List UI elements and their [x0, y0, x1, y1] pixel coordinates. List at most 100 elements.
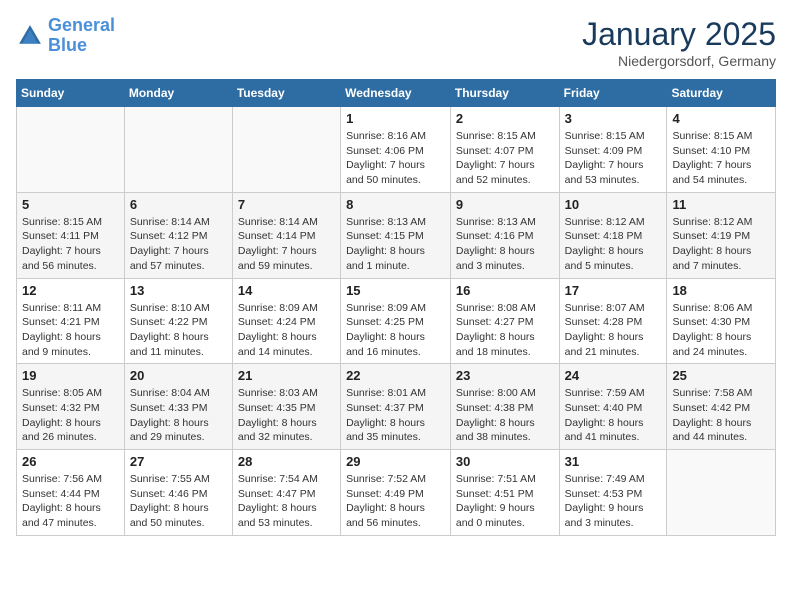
calendar-week-2: 5 Sunrise: 8:15 AMSunset: 4:11 PMDaylight… [17, 192, 776, 278]
calendar-cell: 2Sunrise: 8:15 AMSunset: 4:07 PMDaylight… [450, 107, 559, 193]
day-info: Sunrise: 8:08 AMSunset: 4:27 PMDaylight:… [456, 301, 554, 360]
weekday-header-monday: Monday [124, 80, 232, 107]
day-info: Sunrise: 8:09 AMSunset: 4:25 PMDaylight:… [346, 301, 445, 360]
logo-icon [16, 22, 44, 50]
calendar-cell [232, 107, 340, 193]
day-number: 8 [346, 197, 445, 212]
day-number: 14 [238, 283, 335, 298]
day-number: 29 [346, 454, 445, 469]
title-section: January 2025 Niedergorsdorf, Germany [582, 16, 776, 69]
calendar-cell: 9 Sunrise: 8:13 AMSunset: 4:16 PMDaylight… [450, 192, 559, 278]
day-number: 30 [456, 454, 554, 469]
calendar-cell: 31 Sunrise: 7:49 AMSunset: 4:53 PMDayligh… [559, 450, 667, 536]
calendar-cell: 24 Sunrise: 7:59 AMSunset: 4:40 PMDayligh… [559, 364, 667, 450]
weekday-header-friday: Friday [559, 80, 667, 107]
calendar-cell: 13Sunrise: 8:10 AMSunset: 4:22 PMDayligh… [124, 278, 232, 364]
day-number: 2 [456, 111, 554, 126]
day-info: Sunrise: 7:55 AMSunset: 4:46 PMDaylight:… [130, 472, 227, 531]
day-number: 11 [672, 197, 770, 212]
calendar-cell: 19Sunrise: 8:05 AMSunset: 4:32 PMDayligh… [17, 364, 125, 450]
page-header: General Blue January 2025 Niedergorsdorf… [16, 16, 776, 69]
calendar-cell: 23 Sunrise: 8:00 AMSunset: 4:38 PMDayligh… [450, 364, 559, 450]
calendar-cell: 6Sunrise: 8:14 AMSunset: 4:12 PMDaylight… [124, 192, 232, 278]
calendar-cell: 29Sunrise: 7:52 AMSunset: 4:49 PMDayligh… [341, 450, 451, 536]
calendar-table: SundayMondayTuesdayWednesdayThursdayFrid… [16, 79, 776, 536]
day-number: 3 [565, 111, 662, 126]
calendar-cell: 22 Sunrise: 8:01 AMSunset: 4:37 PMDayligh… [341, 364, 451, 450]
day-number: 9 [456, 197, 554, 212]
day-info: Sunrise: 8:13 AMSunset: 4:16 PMDaylight:… [456, 215, 554, 274]
day-number: 12 [22, 283, 119, 298]
day-info: Sunrise: 7:59 AMSunset: 4:40 PMDaylight:… [565, 386, 662, 445]
day-number: 17 [565, 283, 662, 298]
calendar-cell: 11 Sunrise: 8:12 AMSunset: 4:19 PMDayligh… [667, 192, 776, 278]
day-info: Sunrise: 7:58 AMSunset: 4:42 PMDaylight:… [672, 386, 770, 445]
day-number: 23 [456, 368, 554, 383]
day-number: 7 [238, 197, 335, 212]
calendar-cell: 25 Sunrise: 7:58 AMSunset: 4:42 PMDayligh… [667, 364, 776, 450]
calendar-cell: 18 Sunrise: 8:06 AMSunset: 4:30 PMDayligh… [667, 278, 776, 364]
day-info: Sunrise: 8:12 AMSunset: 4:19 PMDaylight:… [672, 215, 770, 274]
calendar-week-4: 19Sunrise: 8:05 AMSunset: 4:32 PMDayligh… [17, 364, 776, 450]
month-title: January 2025 [582, 16, 776, 53]
day-number: 21 [238, 368, 335, 383]
weekday-header-row: SundayMondayTuesdayWednesdayThursdayFrid… [17, 80, 776, 107]
day-number: 25 [672, 368, 770, 383]
day-number: 28 [238, 454, 335, 469]
day-info: Sunrise: 7:56 AMSunset: 4:44 PMDaylight:… [22, 472, 119, 531]
day-number: 1 [346, 111, 445, 126]
day-info: Sunrise: 8:04 AMSunset: 4:33 PMDaylight:… [130, 386, 227, 445]
calendar-cell: 10 Sunrise: 8:12 AMSunset: 4:18 PMDayligh… [559, 192, 667, 278]
day-number: 5 [22, 197, 119, 212]
day-info: Sunrise: 8:14 AMSunset: 4:12 PMDaylight:… [130, 215, 227, 274]
calendar-cell: 17Sunrise: 8:07 AMSunset: 4:28 PMDayligh… [559, 278, 667, 364]
day-info: Sunrise: 8:03 AMSunset: 4:35 PMDaylight:… [238, 386, 335, 445]
day-number: 13 [130, 283, 227, 298]
calendar-cell [124, 107, 232, 193]
day-number: 31 [565, 454, 662, 469]
day-info: Sunrise: 8:15 AMSunset: 4:11 PMDaylight:… [22, 215, 119, 274]
day-number: 27 [130, 454, 227, 469]
day-info: Sunrise: 8:13 AMSunset: 4:15 PMDaylight:… [346, 215, 445, 274]
day-number: 18 [672, 283, 770, 298]
day-info: Sunrise: 8:15 AMSunset: 4:09 PMDaylight:… [565, 129, 662, 188]
day-number: 24 [565, 368, 662, 383]
calendar-cell: 7Sunrise: 8:14 AMSunset: 4:14 PMDaylight… [232, 192, 340, 278]
location-subtitle: Niedergorsdorf, Germany [582, 53, 776, 69]
day-info: Sunrise: 8:00 AMSunset: 4:38 PMDaylight:… [456, 386, 554, 445]
logo: General Blue [16, 16, 115, 56]
day-number: 10 [565, 197, 662, 212]
calendar-week-5: 26Sunrise: 7:56 AMSunset: 4:44 PMDayligh… [17, 450, 776, 536]
calendar-cell: 3 Sunrise: 8:15 AMSunset: 4:09 PMDaylight… [559, 107, 667, 193]
day-info: Sunrise: 8:01 AMSunset: 4:37 PMDaylight:… [346, 386, 445, 445]
calendar-cell: 26Sunrise: 7:56 AMSunset: 4:44 PMDayligh… [17, 450, 125, 536]
calendar-cell: 28Sunrise: 7:54 AMSunset: 4:47 PMDayligh… [232, 450, 340, 536]
day-info: Sunrise: 8:12 AMSunset: 4:18 PMDaylight:… [565, 215, 662, 274]
day-number: 15 [346, 283, 445, 298]
calendar-cell: 30 Sunrise: 7:51 AMSunset: 4:51 PMDayligh… [450, 450, 559, 536]
weekday-header-wednesday: Wednesday [341, 80, 451, 107]
day-info: Sunrise: 8:15 AMSunset: 4:10 PMDaylight:… [672, 129, 770, 188]
day-info: Sunrise: 8:09 AMSunset: 4:24 PMDaylight:… [238, 301, 335, 360]
day-info: Sunrise: 8:16 AMSunset: 4:06 PMDaylight:… [346, 129, 445, 188]
calendar-week-3: 12 Sunrise: 8:11 AMSunset: 4:21 PMDayligh… [17, 278, 776, 364]
weekday-header-tuesday: Tuesday [232, 80, 340, 107]
day-info: Sunrise: 8:06 AMSunset: 4:30 PMDaylight:… [672, 301, 770, 360]
logo-text: General Blue [48, 16, 115, 56]
calendar-week-1: 1 Sunrise: 8:16 AMSunset: 4:06 PMDaylight… [17, 107, 776, 193]
day-info: Sunrise: 8:11 AMSunset: 4:21 PMDaylight:… [22, 301, 119, 360]
calendar-cell: 14 Sunrise: 8:09 AMSunset: 4:24 PMDayligh… [232, 278, 340, 364]
calendar-cell: 4Sunrise: 8:15 AMSunset: 4:10 PMDaylight… [667, 107, 776, 193]
day-number: 19 [22, 368, 119, 383]
calendar-cell [17, 107, 125, 193]
calendar-cell: 27 Sunrise: 7:55 AMSunset: 4:46 PMDayligh… [124, 450, 232, 536]
weekday-header-thursday: Thursday [450, 80, 559, 107]
calendar-cell: 8 Sunrise: 8:13 AMSunset: 4:15 PMDaylight… [341, 192, 451, 278]
weekday-header-sunday: Sunday [17, 80, 125, 107]
calendar-cell: 15 Sunrise: 8:09 AMSunset: 4:25 PMDayligh… [341, 278, 451, 364]
calendar-cell [667, 450, 776, 536]
day-info: Sunrise: 7:51 AMSunset: 4:51 PMDaylight:… [456, 472, 554, 531]
calendar-cell: 20Sunrise: 8:04 AMSunset: 4:33 PMDayligh… [124, 364, 232, 450]
day-info: Sunrise: 7:49 AMSunset: 4:53 PMDaylight:… [565, 472, 662, 531]
day-number: 22 [346, 368, 445, 383]
